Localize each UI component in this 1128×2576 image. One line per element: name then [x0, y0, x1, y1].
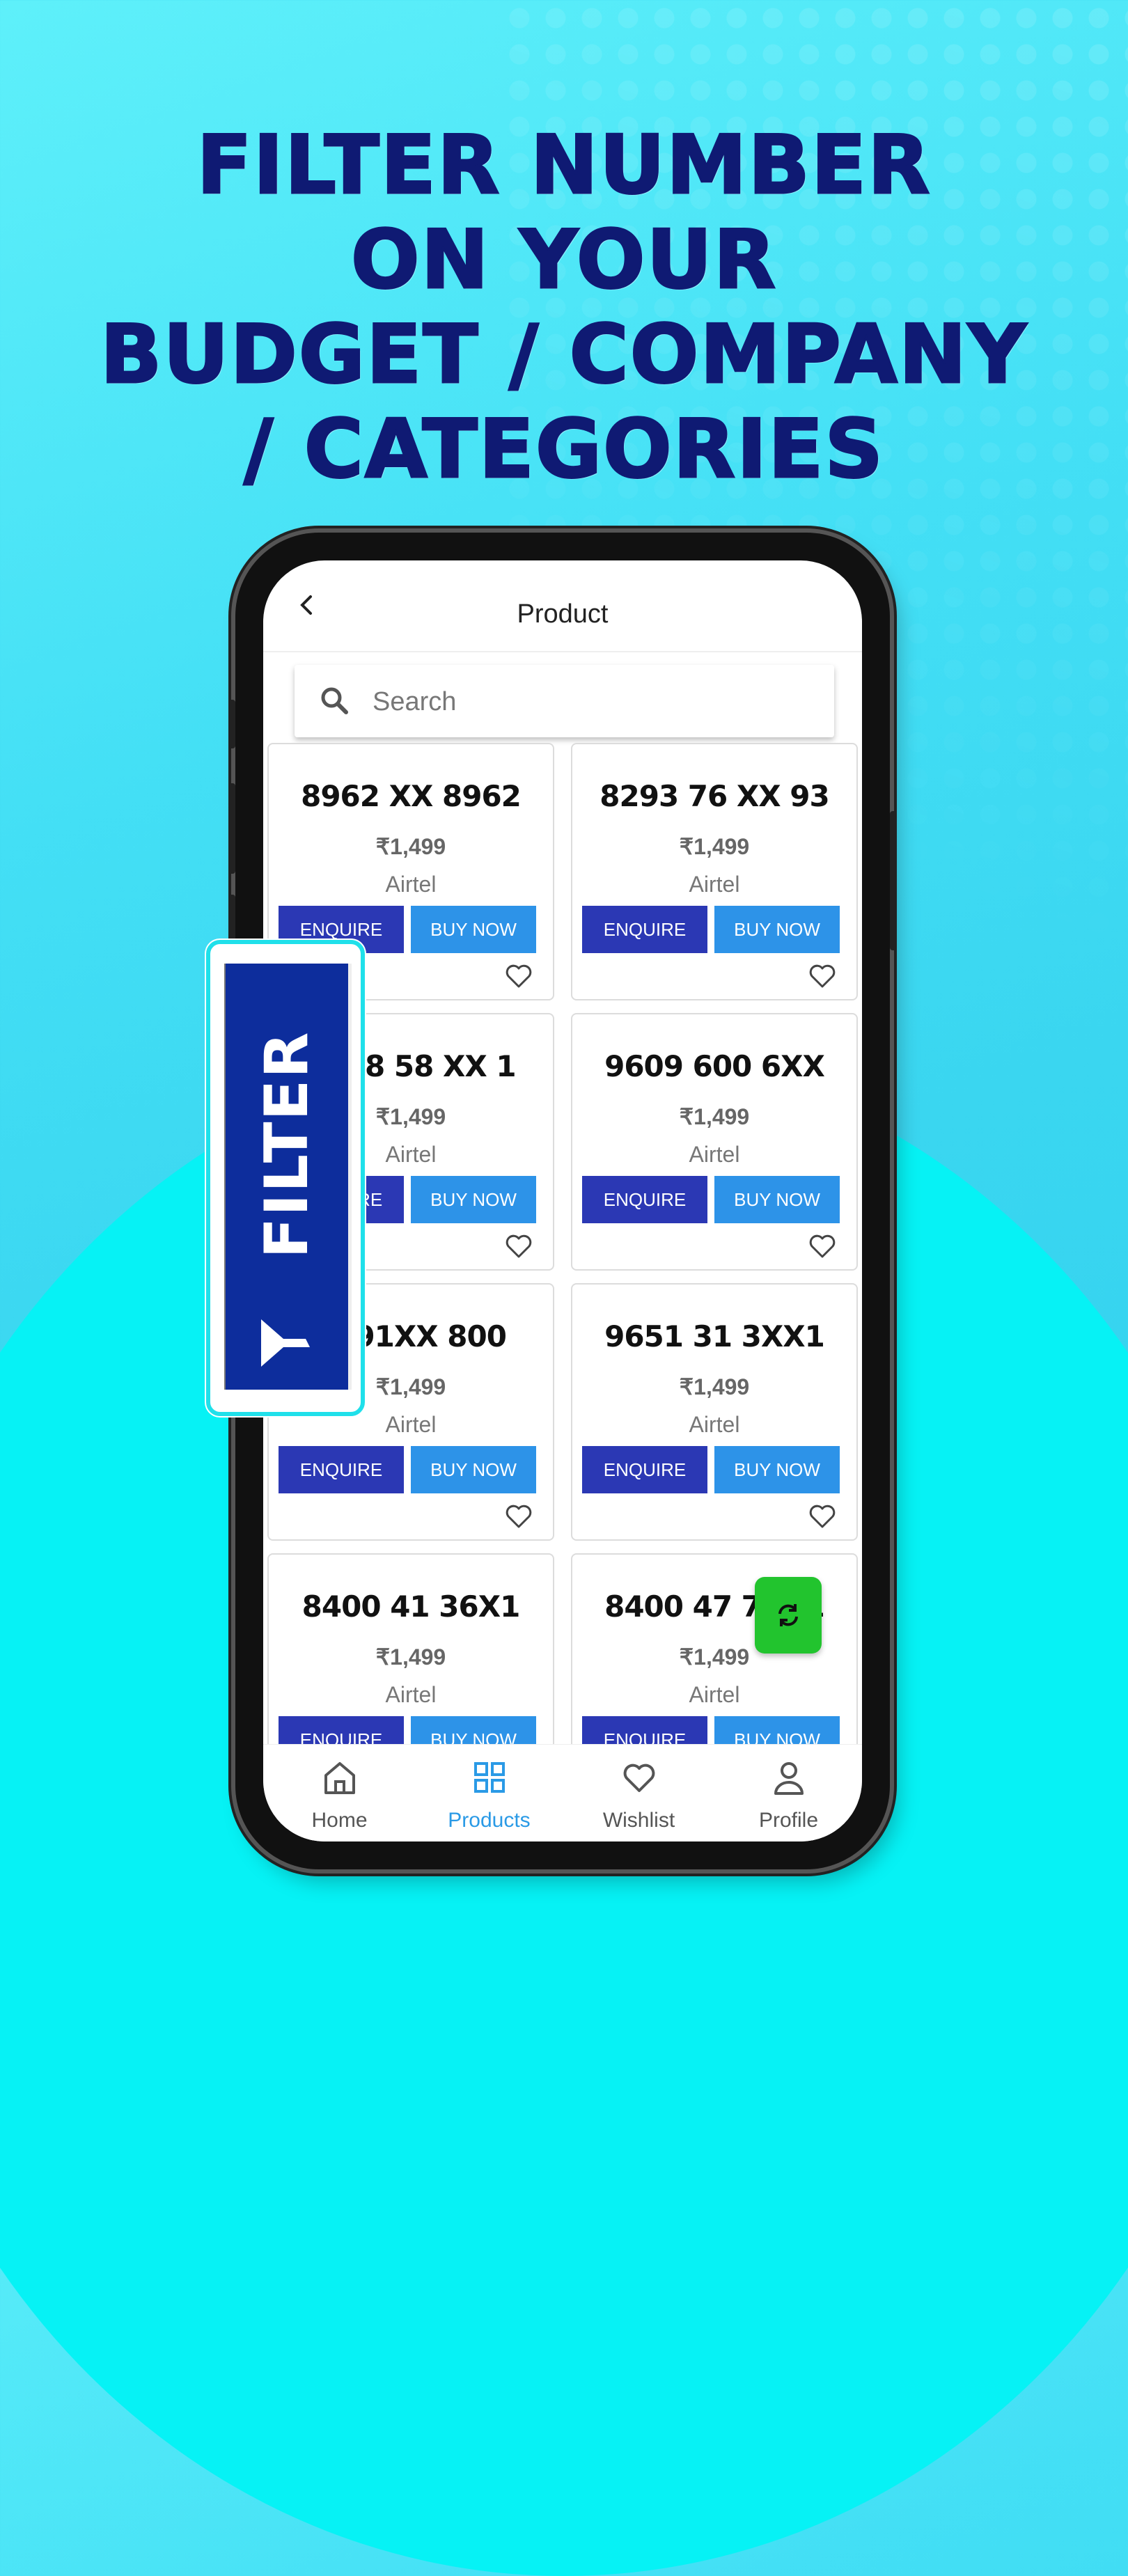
price: ₹1,499 — [679, 1374, 750, 1399]
headline: FILTER NUMBER ON YOUR BUDGET / COMPANY /… — [0, 118, 1128, 498]
user-icon — [774, 1762, 804, 1795]
buy-now-button[interactable]: BUY NOW — [411, 1176, 536, 1223]
buy-now-button[interactable]: BUY NOW — [714, 1176, 840, 1223]
wishlist-heart-icon[interactable] — [809, 1505, 836, 1528]
headline-line: BUDGET / COMPANY — [99, 307, 1028, 403]
search-input[interactable] — [371, 679, 792, 725]
enquire-button[interactable]: ENQUIRE — [582, 1446, 707, 1493]
nav-label: Profile — [758, 1809, 819, 1832]
app-bar: Product — [263, 560, 862, 652]
product-card[interactable]: 8400 41 36X1 ₹1,499 Airtel ENQUIRE BUY NOW — [267, 1553, 554, 1745]
home-icon — [324, 1762, 355, 1794]
funnel-icon — [261, 1319, 310, 1367]
nav-home[interactable]: Home — [265, 1745, 414, 1841]
page-title: Product — [517, 599, 609, 629]
wishlist-heart-icon[interactable] — [809, 964, 836, 988]
product-card[interactable]: 9651 31 3XX1 ₹1,499 Airtel ENQUIRE BUY NOW — [571, 1283, 858, 1541]
wishlist-heart-icon[interactable] — [809, 1234, 836, 1258]
product-card[interactable]: 9609 600 6XX ₹1,499 Airtel ENQUIRE BUY NOW — [571, 1013, 858, 1271]
filter-button[interactable]: FILTER — [224, 964, 352, 1390]
product-card[interactable]: 8293 76 XX 93 ₹1,499 Airtel ENQUIRE BUY NOW — [571, 743, 858, 1000]
operator: Airtel — [385, 1682, 437, 1707]
filter-badge[interactable]: FILTER — [206, 940, 365, 1416]
grid-icon — [474, 1762, 505, 1793]
buy-now-button[interactable]: BUY NOW — [411, 906, 536, 953]
buy-now-button[interactable]: BUY NOW — [714, 906, 840, 953]
search-bar[interactable] — [295, 665, 834, 737]
wishlist-heart-icon[interactable] — [506, 1234, 532, 1258]
enquire-button[interactable]: ENQUIRE — [582, 1176, 707, 1223]
phone-volume-up — [228, 783, 235, 874]
phone-number: 9651 31 3XX1 — [604, 1319, 825, 1353]
headline-line: / CATEGORIES — [242, 402, 885, 498]
phone-number: 9609 600 6XX — [604, 1049, 825, 1083]
nav-profile[interactable]: Profile — [714, 1745, 862, 1841]
operator: Airtel — [689, 1682, 740, 1707]
headline-line: FILTER NUMBER — [196, 118, 932, 214]
headline-line: ON YOUR — [350, 212, 778, 308]
phone-mute-switch — [228, 700, 235, 748]
filter-label: FILTER — [252, 1030, 322, 1259]
operator: Airtel — [689, 1412, 740, 1437]
refresh-button[interactable] — [755, 1577, 822, 1654]
nav-label: Wishlist — [602, 1809, 675, 1832]
price: ₹1,499 — [679, 834, 750, 859]
operator: Airtel — [689, 1142, 740, 1167]
nav-label: Home — [311, 1809, 368, 1832]
price: ₹1,499 — [679, 1104, 750, 1129]
search-icon — [321, 687, 348, 714]
phone-number: 8293 76 XX 93 — [600, 779, 829, 813]
buy-now-button[interactable]: BUY NOW — [411, 1446, 536, 1493]
buy-now-button[interactable]: BUY NOW — [714, 1716, 840, 1745]
operator: Airtel — [689, 872, 740, 897]
phone-number: 8962 XX 8962 — [301, 779, 522, 813]
buy-now-button[interactable]: BUY NOW — [411, 1716, 536, 1745]
phone-power-button — [890, 811, 897, 950]
refresh-icon — [778, 1604, 798, 1626]
wishlist-heart-icon[interactable] — [506, 1505, 532, 1528]
nav-products[interactable]: Products — [414, 1745, 564, 1841]
nav-label: Products — [448, 1809, 531, 1832]
phone-number: 8400 41 36X1 — [301, 1589, 521, 1624]
price: ₹1,499 — [375, 1644, 446, 1670]
enquire-button[interactable]: ENQUIRE — [582, 906, 707, 953]
price: ₹1,499 — [375, 834, 446, 859]
bottom-nav: Home Products Wishlist Profile — [263, 1744, 862, 1841]
heart-icon — [623, 1764, 655, 1792]
buy-now-button[interactable]: BUY NOW — [714, 1446, 840, 1493]
wishlist-heart-icon[interactable] — [506, 964, 532, 988]
enquire-button[interactable]: ENQUIRE — [279, 1716, 404, 1745]
enquire-button[interactable]: ENQUIRE — [279, 1446, 404, 1493]
operator: Airtel — [385, 872, 437, 897]
nav-wishlist[interactable]: Wishlist — [564, 1745, 714, 1841]
enquire-button[interactable]: ENQUIRE — [582, 1716, 707, 1745]
